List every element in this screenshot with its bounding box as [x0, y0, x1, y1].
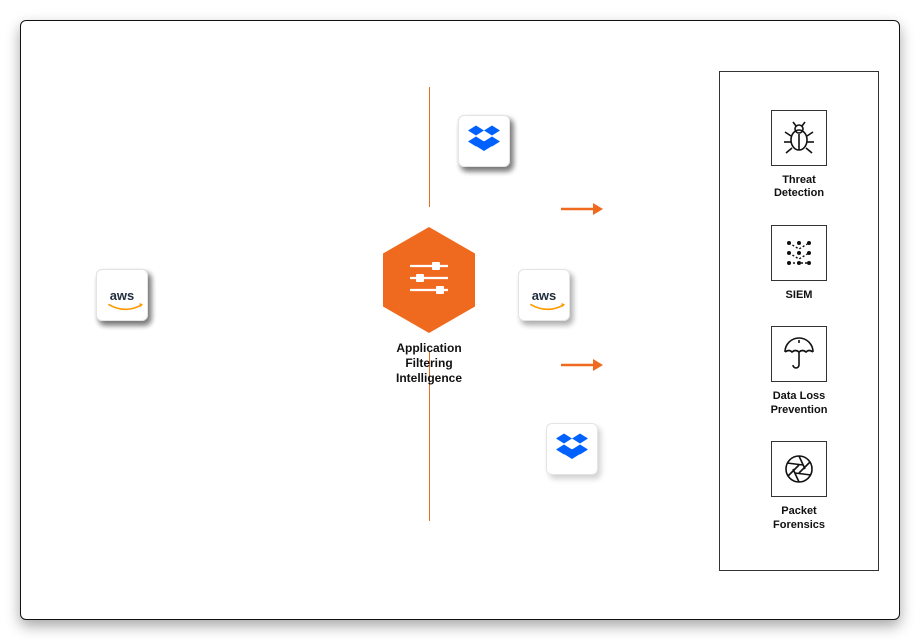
tool-label: Packet Forensics: [773, 505, 825, 533]
tool-label: Threat Detection: [774, 174, 824, 202]
arrow-icon: [559, 199, 603, 219]
tool-label: SIEM: [786, 289, 813, 303]
tool-threat-detection: Threat Detection: [771, 110, 827, 202]
filter-label: Application Filtering Intelligence: [383, 341, 475, 386]
aperture-icon: [771, 441, 827, 497]
tool-label: Data Loss Prevention: [771, 390, 828, 418]
dropbox-icon: [468, 125, 500, 158]
tools-panel: Threat Detection SIEM: [719, 71, 879, 571]
sliders-icon: [406, 256, 452, 305]
diagram-frame: f SAP aws Application Filterin: [20, 20, 900, 620]
tool-siem: SIEM: [771, 225, 827, 303]
app-tile-dropbox: [458, 115, 510, 167]
aws-icon: aws: [532, 288, 557, 303]
bug-icon: [771, 110, 827, 166]
app-tile-aws: aws: [96, 269, 148, 321]
siem-icon: [771, 225, 827, 281]
aws-icon: aws: [110, 288, 135, 303]
filter-node: Application Filtering Intelligence: [383, 227, 475, 386]
tool-packet-forensics: Packet Forensics: [771, 441, 827, 533]
umbrella-icon: [771, 326, 827, 382]
tool-data-loss-prevention: Data Loss Prevention: [771, 326, 828, 418]
filter-hexagon: [383, 227, 475, 333]
dropbox-icon: [556, 433, 588, 466]
divider-top: [429, 87, 430, 207]
arrow-icon: [559, 355, 603, 375]
app-tile-dropbox: [546, 423, 598, 475]
app-tile-aws: aws: [518, 269, 570, 321]
